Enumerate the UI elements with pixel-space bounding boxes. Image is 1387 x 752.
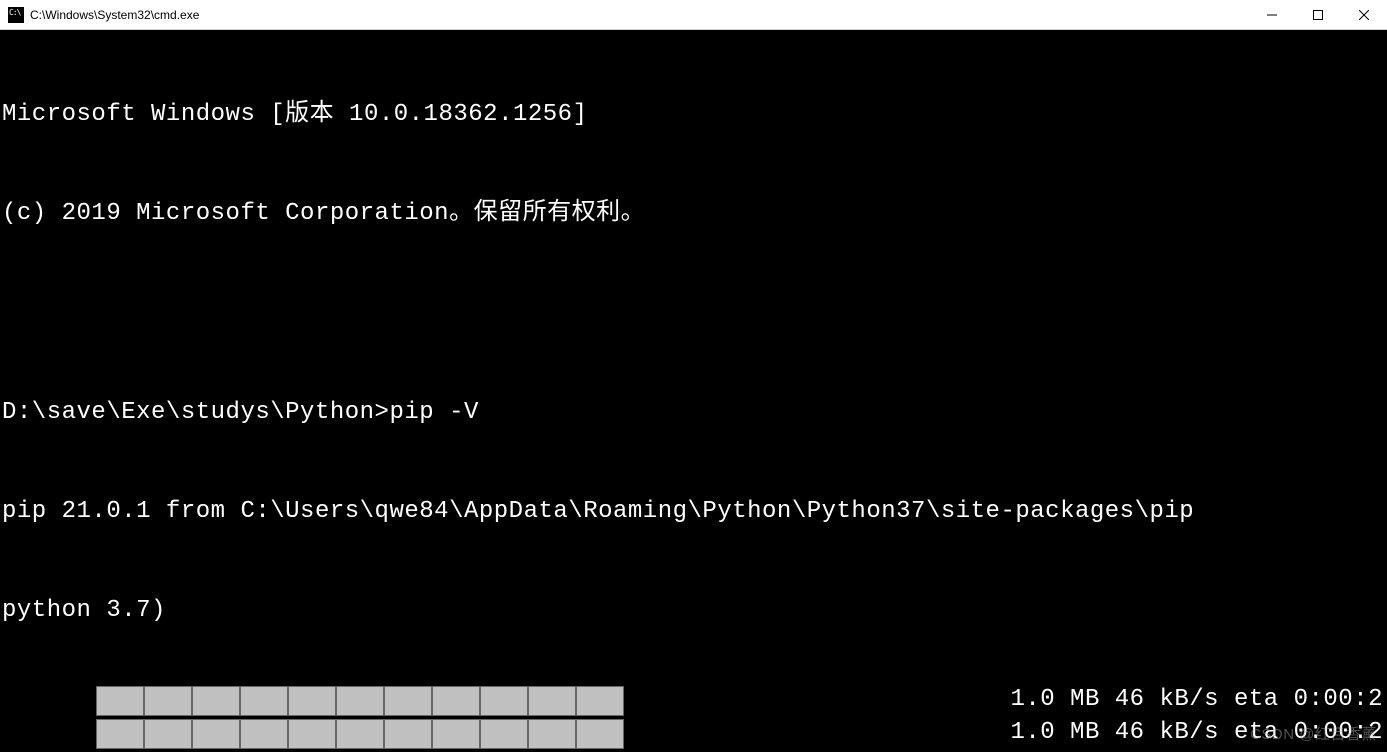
progress-cell <box>528 719 576 749</box>
progress-cell <box>384 686 432 716</box>
progress-cell <box>528 686 576 716</box>
progress-cell <box>480 686 528 716</box>
terminal-line: Microsoft Windows [版本 10.0.18362.1256] <box>2 98 1387 131</box>
progress-cell <box>96 719 144 749</box>
progress-cell <box>384 719 432 749</box>
terminal-line: pip 21.0.1 from C:\Users\qwe84\AppData\R… <box>2 495 1387 528</box>
terminal-output[interactable]: Microsoft Windows [版本 10.0.18362.1256] (… <box>0 30 1387 752</box>
progress-cell <box>96 686 144 716</box>
download-progress-bar <box>96 719 624 749</box>
progress-cell <box>192 719 240 749</box>
maximize-button[interactable] <box>1295 0 1341 30</box>
progress-cell <box>144 719 192 749</box>
terminal-line: python 3.7) <box>2 594 1387 627</box>
progress-cell <box>336 719 384 749</box>
close-button[interactable] <box>1341 0 1387 30</box>
progress-cell <box>480 719 528 749</box>
progress-cell <box>144 686 192 716</box>
window-title: C:\Windows\System32\cmd.exe <box>30 8 1249 22</box>
progress-cell <box>240 719 288 749</box>
progress-cell <box>240 686 288 716</box>
progress-cell <box>288 719 336 749</box>
cmd-icon <box>8 7 24 23</box>
progress-cell <box>336 686 384 716</box>
minimize-button[interactable] <box>1249 0 1295 30</box>
progress-cell <box>432 719 480 749</box>
terminal-line <box>2 297 1387 330</box>
progress-cell <box>576 719 624 749</box>
download-progress-text: 1.0 MB 46 kB/s eta 0:00:2 <box>1010 683 1383 716</box>
window-titlebar: C:\Windows\System32\cmd.exe <box>0 0 1387 30</box>
terminal-line: D:\save\Exe\studys\Python>pip -V <box>2 396 1387 429</box>
download-progress-text: 1.0 MB 46 kB/s eta 0:00:2 <box>1010 716 1383 749</box>
progress-cell <box>192 686 240 716</box>
terminal-line: (c) 2019 Microsoft Corporation。保留所有权利。 <box>2 197 1387 230</box>
progress-cell <box>288 686 336 716</box>
download-progress-bar <box>96 686 624 716</box>
progress-cell <box>576 686 624 716</box>
progress-cell <box>432 686 480 716</box>
